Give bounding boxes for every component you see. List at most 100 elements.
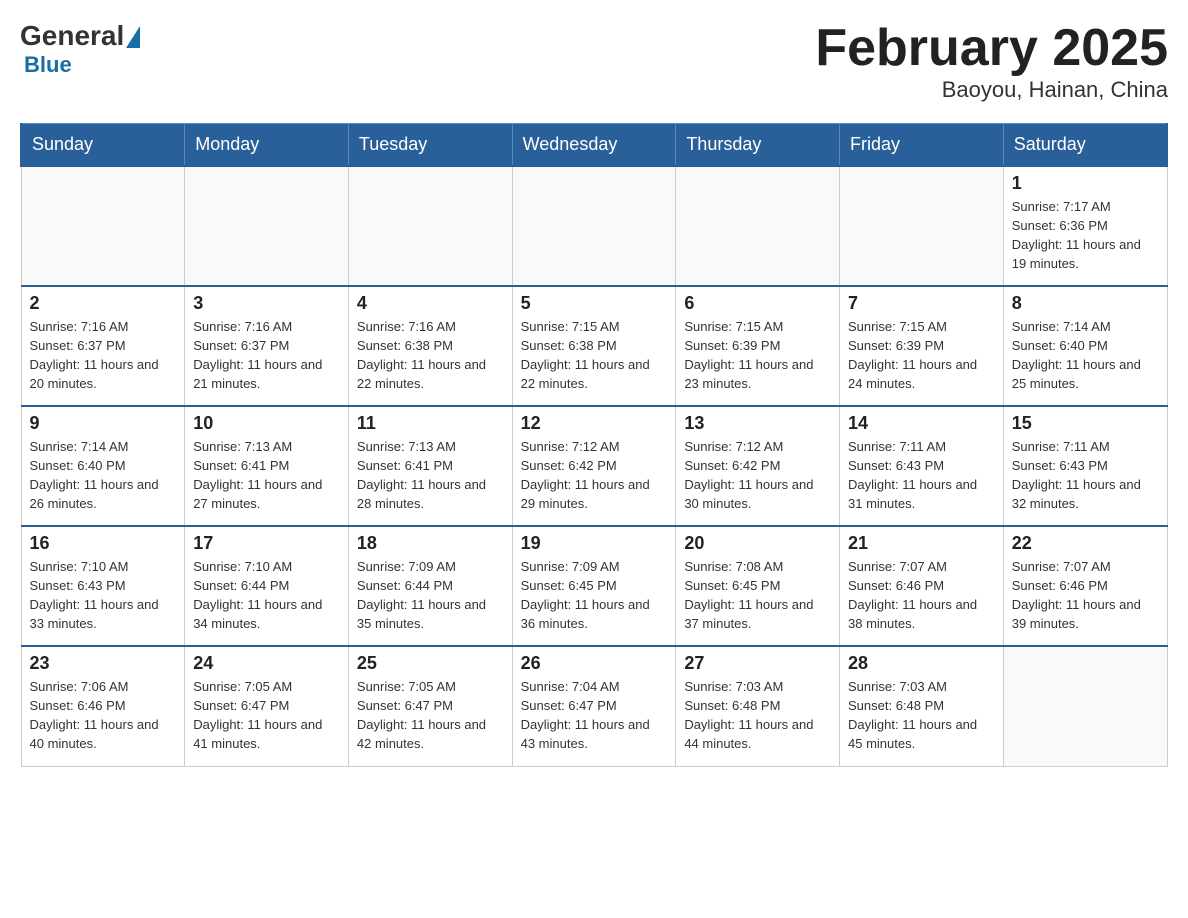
day-info: Sunrise: 7:10 AM Sunset: 6:43 PM Dayligh… [30,559,159,631]
location: Baoyou, Hainan, China [815,77,1168,103]
day-info: Sunrise: 7:15 AM Sunset: 6:39 PM Dayligh… [684,319,813,391]
day-number: 25 [357,653,504,674]
page-header: General Blue February 2025 Baoyou, Haina… [20,20,1168,103]
calendar-day-cell: 4 Sunrise: 7:16 AM Sunset: 6:38 PM Daylig… [348,286,512,406]
calendar-empty-cell [185,166,349,286]
logo: General Blue [20,20,140,78]
day-info: Sunrise: 7:13 AM Sunset: 6:41 PM Dayligh… [357,439,486,511]
calendar-day-cell: 5Sunrise: 7:15 AM Sunset: 6:38 PM Daylig… [512,286,676,406]
calendar-day-cell: 9Sunrise: 7:14 AM Sunset: 6:40 PM Daylig… [21,406,185,526]
day-number: 20 [684,533,831,554]
day-number: 14 [848,413,995,434]
calendar-table: SundayMondayTuesdayWednesdayThursdayFrid… [20,123,1168,767]
calendar-day-cell: 18 Sunrise: 7:09 AM Sunset: 6:44 PM Dayli… [348,526,512,646]
calendar-day-cell: 12Sunrise: 7:12 AM Sunset: 6:42 PM Dayli… [512,406,676,526]
day-number: 26 [521,653,668,674]
day-info: Sunrise: 7:10 AM Sunset: 6:44 PM Dayligh… [193,559,322,631]
weekday-header-tuesday: Tuesday [348,124,512,167]
day-number: 6 [684,293,831,314]
calendar-day-cell: 7 Sunrise: 7:15 AM Sunset: 6:39 PM Daylig… [840,286,1004,406]
calendar-day-cell: 23 Sunrise: 7:06 AM Sunset: 6:46 PM Dayli… [21,646,185,766]
calendar-day-cell: 10Sunrise: 7:13 AM Sunset: 6:41 PM Dayli… [185,406,349,526]
day-number: 3 [193,293,340,314]
day-info: Sunrise: 7:12 AM Sunset: 6:42 PM Dayligh… [684,439,813,511]
weekday-header-row: SundayMondayTuesdayWednesdayThursdayFrid… [21,124,1167,167]
day-number: 11 [357,413,504,434]
calendar-day-cell: 20 Sunrise: 7:08 AM Sunset: 6:45 PM Dayli… [676,526,840,646]
calendar-day-cell: 16 Sunrise: 7:10 AM Sunset: 6:43 PM Dayli… [21,526,185,646]
calendar-day-cell: 24 Sunrise: 7:05 AM Sunset: 6:47 PM Dayli… [185,646,349,766]
calendar-day-cell: 19 Sunrise: 7:09 AM Sunset: 6:45 PM Dayli… [512,526,676,646]
day-number: 17 [193,533,340,554]
weekday-header-friday: Friday [840,124,1004,167]
calendar-day-cell: 1 Sunrise: 7:17 AM Sunset: 6:36 PM Daylig… [1003,166,1167,286]
day-info: Sunrise: 7:03 AM Sunset: 6:48 PM Dayligh… [684,679,813,751]
calendar-empty-cell [21,166,185,286]
day-number: 2 [30,293,177,314]
calendar-week-row: 2 Sunrise: 7:16 AM Sunset: 6:37 PM Daylig… [21,286,1167,406]
calendar-day-cell: 25 Sunrise: 7:05 AM Sunset: 6:47 PM Dayli… [348,646,512,766]
day-number: 12 [521,413,668,434]
calendar-week-row: 1 Sunrise: 7:17 AM Sunset: 6:36 PM Daylig… [21,166,1167,286]
day-number: 28 [848,653,995,674]
day-number: 15 [1012,413,1159,434]
day-info: Sunrise: 7:17 AM Sunset: 6:36 PM Dayligh… [1012,199,1141,271]
day-info: Sunrise: 7:16 AM Sunset: 6:37 PM Dayligh… [30,319,159,391]
weekday-header-wednesday: Wednesday [512,124,676,167]
day-info: Sunrise: 7:13 AM Sunset: 6:41 PM Dayligh… [193,439,322,511]
day-number: 4 [357,293,504,314]
day-info: Sunrise: 7:09 AM Sunset: 6:44 PM Dayligh… [357,559,486,631]
calendar-day-cell: 6 Sunrise: 7:15 AM Sunset: 6:39 PM Daylig… [676,286,840,406]
calendar-empty-cell [348,166,512,286]
day-info: Sunrise: 7:06 AM Sunset: 6:46 PM Dayligh… [30,679,159,751]
day-number: 23 [30,653,177,674]
calendar-day-cell: 17 Sunrise: 7:10 AM Sunset: 6:44 PM Dayli… [185,526,349,646]
calendar-day-cell: 2 Sunrise: 7:16 AM Sunset: 6:37 PM Daylig… [21,286,185,406]
calendar-day-cell: 15Sunrise: 7:11 AM Sunset: 6:43 PM Dayli… [1003,406,1167,526]
day-info: Sunrise: 7:05 AM Sunset: 6:47 PM Dayligh… [193,679,322,751]
day-info: Sunrise: 7:08 AM Sunset: 6:45 PM Dayligh… [684,559,813,631]
weekday-header-monday: Monday [185,124,349,167]
day-info: Sunrise: 7:03 AM Sunset: 6:48 PM Dayligh… [848,679,977,751]
calendar-day-cell: 11 Sunrise: 7:13 AM Sunset: 6:41 PM Dayli… [348,406,512,526]
calendar-empty-cell [512,166,676,286]
day-number: 24 [193,653,340,674]
day-number: 5 [521,293,668,314]
day-info: Sunrise: 7:09 AM Sunset: 6:45 PM Dayligh… [521,559,650,631]
calendar-day-cell: 8 Sunrise: 7:14 AM Sunset: 6:40 PM Daylig… [1003,286,1167,406]
day-number: 13 [684,413,831,434]
calendar-week-row: 23 Sunrise: 7:06 AM Sunset: 6:46 PM Dayli… [21,646,1167,766]
logo-general: General [20,20,124,52]
calendar-day-cell: 26 Sunrise: 7:04 AM Sunset: 6:47 PM Dayli… [512,646,676,766]
day-number: 7 [848,293,995,314]
day-info: Sunrise: 7:11 AM Sunset: 6:43 PM Dayligh… [848,439,977,511]
month-title: February 2025 [815,20,1168,77]
calendar-empty-cell [676,166,840,286]
calendar-day-cell: 27 Sunrise: 7:03 AM Sunset: 6:48 PM Dayli… [676,646,840,766]
day-number: 1 [1012,173,1159,194]
day-info: Sunrise: 7:05 AM Sunset: 6:47 PM Dayligh… [357,679,486,751]
day-number: 19 [521,533,668,554]
day-info: Sunrise: 7:16 AM Sunset: 6:38 PM Dayligh… [357,319,486,391]
day-number: 27 [684,653,831,674]
day-number: 22 [1012,533,1159,554]
day-number: 16 [30,533,177,554]
day-number: 18 [357,533,504,554]
day-info: Sunrise: 7:15 AM Sunset: 6:39 PM Dayligh… [848,319,977,391]
calendar-day-cell: 22 Sunrise: 7:07 AM Sunset: 6:46 PM Dayli… [1003,526,1167,646]
calendar-empty-cell [1003,646,1167,766]
calendar-week-row: 9Sunrise: 7:14 AM Sunset: 6:40 PM Daylig… [21,406,1167,526]
calendar-day-cell: 21Sunrise: 7:07 AM Sunset: 6:46 PM Dayli… [840,526,1004,646]
weekday-header-thursday: Thursday [676,124,840,167]
day-info: Sunrise: 7:07 AM Sunset: 6:46 PM Dayligh… [1012,559,1141,631]
day-info: Sunrise: 7:04 AM Sunset: 6:47 PM Dayligh… [521,679,650,751]
title-block: February 2025 Baoyou, Hainan, China [815,20,1168,103]
weekday-header-sunday: Sunday [21,124,185,167]
logo-blue: Blue [24,52,72,78]
day-info: Sunrise: 7:14 AM Sunset: 6:40 PM Dayligh… [1012,319,1141,391]
day-number: 8 [1012,293,1159,314]
calendar-week-row: 16 Sunrise: 7:10 AM Sunset: 6:43 PM Dayli… [21,526,1167,646]
calendar-day-cell: 3Sunrise: 7:16 AM Sunset: 6:37 PM Daylig… [185,286,349,406]
day-info: Sunrise: 7:07 AM Sunset: 6:46 PM Dayligh… [848,559,977,631]
day-number: 9 [30,413,177,434]
